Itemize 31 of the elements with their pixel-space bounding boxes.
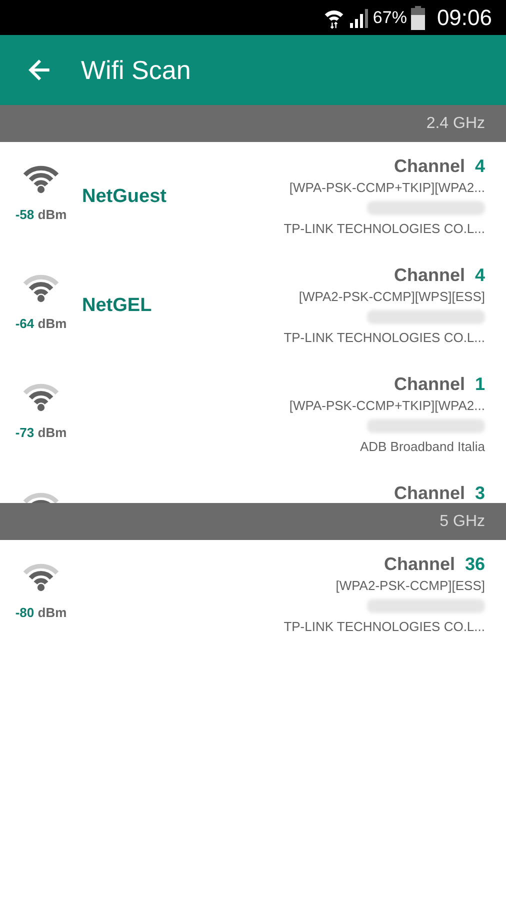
clock: 09:06	[436, 4, 492, 30]
security-text: [WPA2-PSK-CCMP][ESS]	[336, 577, 485, 595]
security-text: [WPA-PSK-CCMP+TKIP][WPA2...	[289, 397, 485, 415]
security-text: [WPA-PSK-CCMP+TKIP][WPA2...	[289, 179, 485, 197]
screen-title: Wifi Scan	[81, 54, 191, 86]
vendor-text: TP-LINK TECHNOLOGIES CO.L...	[284, 618, 485, 636]
network-row[interactable]: Channel 3	[0, 469, 506, 503]
vendor-text: TP-LINK TECHNOLOGIES CO.L...	[284, 329, 485, 347]
network-name: NetGEL	[82, 294, 152, 316]
channel-label: Channel 4	[394, 155, 485, 178]
vendor-text: TP-LINK TECHNOLOGIES CO.L...	[284, 220, 485, 238]
battery-icon	[410, 6, 425, 30]
signal-strength: -80 dBm	[15, 605, 67, 620]
signal-strength: -58 dBm	[15, 207, 67, 222]
cell-signal-icon	[348, 8, 369, 28]
network-row[interactable]: -64 dBm NetGEL Channel 4 [WPA2-PSK-CCMP][WPS][ESS] TP-LINK TECHNOLOGIES CO.L...	[0, 251, 506, 360]
band-label: 5 GHz	[440, 512, 485, 530]
vendor-text: ADB Broadband Italia	[360, 438, 485, 456]
signal-strength: -64 dBm	[15, 316, 67, 331]
band-label: 2.4 GHz	[426, 114, 485, 132]
channel-label: Channel 1	[394, 373, 485, 396]
network-row[interactable]: -58 dBm NetGuest Channel 4 [WPA-PSK-CCMP+TKIP][WPA2... TP-LINK TECHNOLOGIES CO.L...	[0, 142, 506, 251]
network-name: NetGuest	[82, 186, 166, 208]
security-text: [WPA2-PSK-CCMP][WPS][ESS]	[298, 288, 485, 306]
channel-label: Channel 36	[384, 553, 485, 576]
channel-label: Channel 4	[394, 264, 485, 287]
network-row[interactable]: -73 dBm Channel 1 [WPA-PSK-CCMP+TKIP][WPA2... ADB Broadband Italia	[0, 360, 506, 469]
network-row[interactable]: -80 dBm Channel 36 [WPA2-PSK-CCMP][ESS] TP-LINK TECHNOLOGIES CO.L...	[0, 540, 506, 649]
channel-label: Channel 3	[394, 482, 485, 503]
signal-strength: -73 dBm	[15, 425, 67, 440]
battery-percent: 67%	[372, 8, 407, 28]
